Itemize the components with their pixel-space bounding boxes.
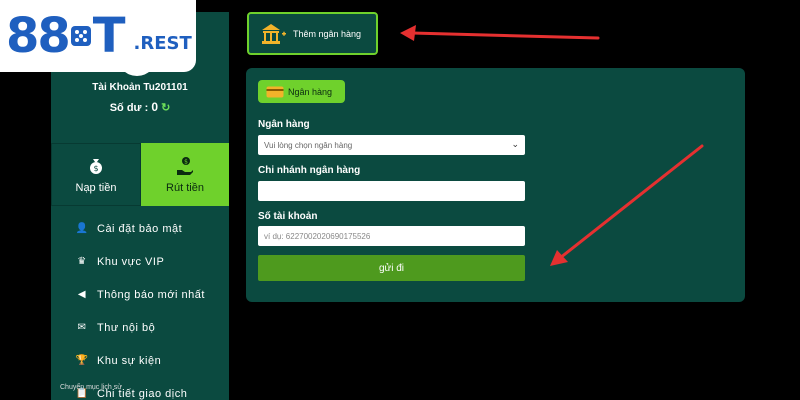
menu-item-label: Cài đặt bảo mật — [97, 222, 183, 235]
arrow-to-add-bank — [410, 31, 600, 40]
megaphone-icon: ◀ — [77, 289, 87, 300]
deposit-button[interactable]: $ Nạp tiền — [51, 143, 141, 206]
submit-label: gửi đi — [378, 262, 405, 274]
hand-money-icon: $ — [177, 156, 193, 175]
account-name: Tài Khoản Tu201101 — [92, 82, 188, 93]
envelope-icon: ✉ — [77, 322, 87, 333]
bank-form-panel: Ngân hàng Ngân hàng Vui lòng chọn ngân h… — [246, 68, 745, 302]
card-icon — [266, 86, 284, 97]
menu-item-inbox[interactable]: ✉ Thư nội bộ — [51, 311, 229, 344]
withdraw-button[interactable]: $ Rút tiền — [141, 143, 229, 206]
account-number-placeholder: ví dụ: 6227002020690175526 — [264, 231, 371, 241]
menu-item-label: Khu vực VIP — [97, 255, 165, 268]
balance: Số dư : 0 ↻ — [51, 100, 229, 114]
logo-suffix: .REST — [133, 32, 192, 54]
account-number-label: Số tài khoản — [258, 211, 318, 222]
dice-icon — [70, 26, 91, 46]
svg-text:$: $ — [184, 158, 188, 165]
add-bank-label: Thêm ngân hàng — [293, 28, 362, 39]
branch-label: Chi nhánh ngân hàng — [258, 165, 361, 176]
menu-item-label: Thông báo mới nhất — [97, 288, 205, 301]
money-bag-icon: $ — [90, 158, 102, 174]
menu-item-label: Thư nội bộ — [97, 321, 156, 334]
history-subtext: Chuyển mục lịch sử — [60, 384, 122, 391]
sidebar-menu: 👤 Cài đặt bảo mật ♛ Khu vực VIP ◀ Thông … — [51, 212, 229, 400]
arrow-head-add-bank — [400, 25, 416, 41]
menu-item-events[interactable]: 🏆 Khu sự kiện — [51, 344, 229, 377]
account-number-input[interactable]: ví dụ: 6227002020690175526 — [258, 226, 525, 246]
svg-text:$: $ — [93, 164, 98, 173]
menu-item-label: Khu sự kiện — [97, 354, 162, 367]
menu-item-security[interactable]: 👤 Cài đặt bảo mật — [51, 212, 229, 245]
bank-select-value: Vui lòng chọn ngân hàng — [264, 140, 353, 150]
balance-value: 0 — [151, 100, 158, 114]
crown-icon: ♛ — [77, 256, 87, 267]
bank-select[interactable]: Vui lòng chọn ngân hàng ⌄ — [258, 135, 525, 155]
menu-item-notifications[interactable]: ◀ Thông báo mới nhất — [51, 278, 229, 311]
site-logo[interactable]: 88 T .REST — [0, 0, 196, 72]
branch-input[interactable] — [258, 181, 525, 201]
bank-plus-icon — [262, 23, 286, 44]
menu-item-vip[interactable]: ♛ Khu vực VIP — [51, 245, 229, 278]
trophy-icon: 🏆 — [75, 355, 89, 366]
logo-letter: T — [92, 8, 126, 64]
tab-bank-label: Ngân hàng — [288, 86, 333, 97]
user-lock-icon: 👤 — [75, 223, 89, 234]
chevron-down-icon: ⌄ — [511, 139, 519, 149]
logo-number: 88 — [6, 8, 71, 64]
deposit-label: Nạp tiền — [75, 181, 117, 194]
add-bank-button[interactable]: Thêm ngân hàng — [247, 12, 378, 55]
withdraw-label: Rút tiền — [166, 181, 204, 194]
bank-label: Ngân hàng — [258, 119, 310, 130]
refresh-icon[interactable]: ↻ — [161, 102, 170, 114]
balance-label: Số dư : — [109, 102, 149, 114]
tab-bank[interactable]: Ngân hàng — [258, 80, 345, 103]
wallet-actions: $ Nạp tiền $ Rút tiền — [51, 143, 229, 206]
submit-button[interactable]: gửi đi — [258, 255, 525, 281]
